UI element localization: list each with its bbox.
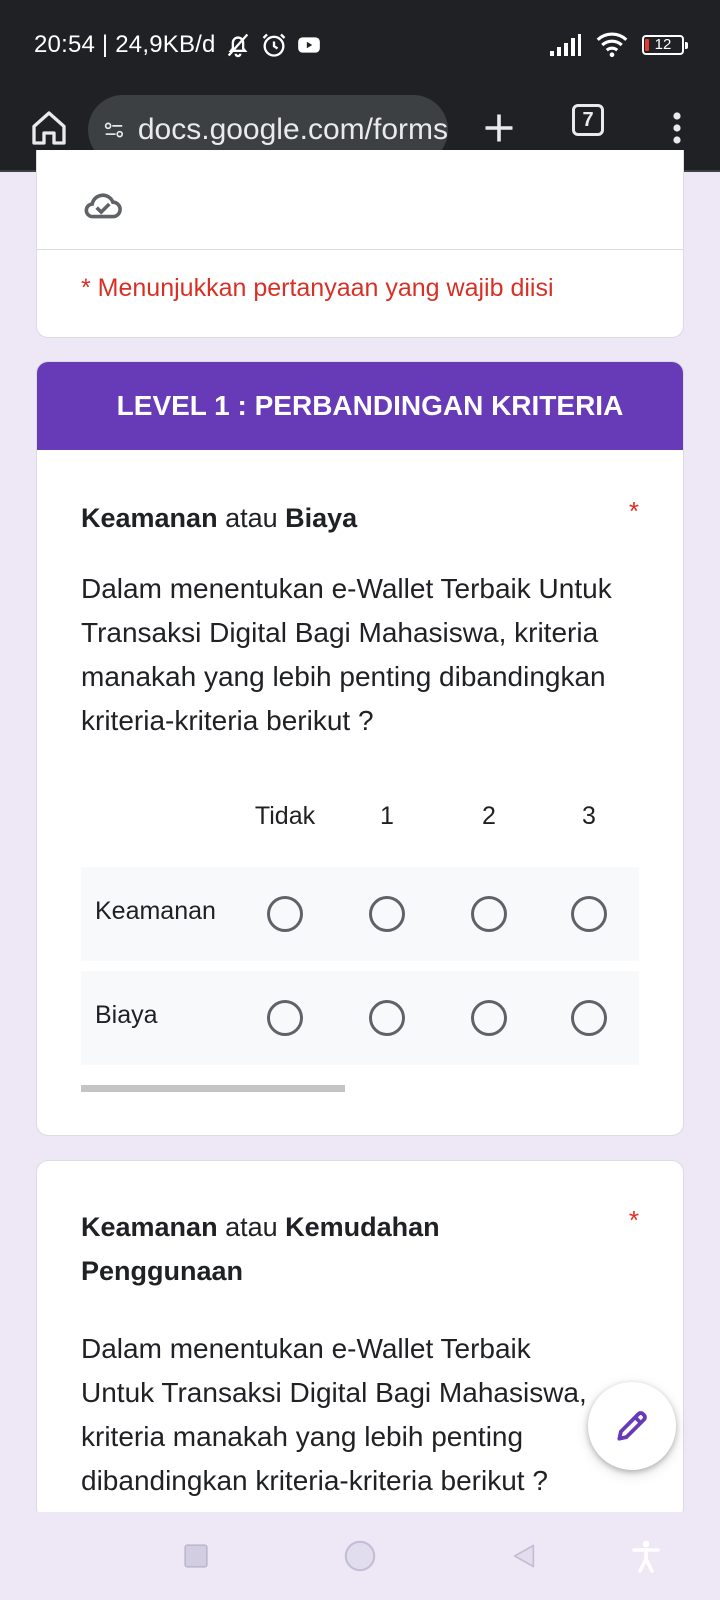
grid-column-label: Tidak — [254, 802, 316, 830]
question-title-sep: atau — [217, 1212, 286, 1242]
battery-icon: 12 — [642, 35, 688, 55]
cloud-saved-icon — [84, 193, 122, 219]
question-title-b: Biaya — [285, 503, 358, 533]
grid-row-keamanan: Keamanan — [81, 867, 639, 961]
plus-icon — [485, 114, 513, 142]
site-settings-icon[interactable] — [104, 116, 124, 144]
url-text: docs.google.com/forms — [137, 113, 448, 146]
more-menu-button[interactable] — [652, 103, 702, 153]
new-tab-button[interactable] — [474, 103, 524, 153]
required-asterisk: * — [628, 496, 639, 526]
radio-option[interactable] — [571, 1000, 607, 1036]
edit-pencil-icon — [617, 1411, 647, 1441]
wifi-icon — [596, 32, 628, 58]
question-title-sep: atau — [217, 503, 286, 533]
home-icon — [32, 111, 66, 145]
status-right: 12 — [548, 28, 688, 62]
grid-row-biaya: Biaya — [81, 971, 639, 1065]
radio-option[interactable] — [267, 1000, 303, 1036]
grid-column-headers: Tidak 1 2 3 — [81, 802, 639, 842]
home-nav-button[interactable] — [338, 1534, 382, 1578]
divider — [37, 249, 683, 250]
tab-switcher-button[interactable]: 7 — [572, 104, 604, 136]
form-header-card: * Menunjukkan pertanyaan yang wajib diis… — [36, 150, 684, 338]
home-button[interactable] — [24, 103, 74, 153]
signal-icon — [550, 34, 581, 56]
grid-column-label: 2 — [482, 802, 496, 830]
status-left: 20:54 | 24,9KB/d — [34, 28, 322, 62]
back-button[interactable] — [502, 1534, 546, 1578]
radio-option[interactable] — [471, 1000, 507, 1036]
accessibility-icon — [632, 1540, 660, 1573]
accessibility-button[interactable] — [624, 1534, 668, 1578]
section-title: LEVEL 1 : PERBANDINGAN KRITERIA — [37, 362, 683, 450]
grid-column-label: 1 — [380, 802, 394, 830]
recents-button[interactable] — [174, 1534, 218, 1578]
status-bar: 20:54 | 24,9KB/d 12 — [0, 0, 720, 86]
grid-row-label: Keamanan — [95, 897, 216, 925]
radio-option[interactable] — [369, 1000, 405, 1036]
radio-option[interactable] — [369, 896, 405, 932]
more-vert-icon — [673, 112, 681, 144]
question-title-a: Keamanan — [81, 503, 218, 533]
battery-level: 12 — [654, 36, 672, 53]
radio-option[interactable] — [471, 896, 507, 932]
grid-horizontal-scrollbar[interactable] — [81, 1085, 345, 1092]
question-title: Keamanan atau Kemudahan Penggunaan — [81, 1205, 521, 1293]
required-asterisk: * — [628, 1205, 639, 1235]
triangle-back-icon — [513, 1544, 535, 1568]
notifications-off-icon — [227, 33, 248, 58]
question-description: Dalam menentukan e-Wallet Terbaik Untuk … — [81, 1333, 587, 1496]
edit-fab-button[interactable] — [588, 1382, 676, 1470]
required-note: * Menunjukkan pertanyaan yang wajib diis… — [81, 274, 554, 302]
question-card: Keamanan atau Kemudahan Penggunaan * Dal… — [36, 1160, 684, 1520]
radio-option[interactable] — [267, 896, 303, 932]
square-icon — [184, 1544, 208, 1568]
system-nav-bar — [0, 1512, 720, 1600]
grid-column-label: 3 — [582, 802, 596, 830]
circle-icon — [344, 1540, 376, 1572]
question-description: Dalam menentukan e-Wallet Terbaik Untuk … — [81, 573, 612, 736]
question-title: Keamanan atau Biaya — [81, 496, 357, 540]
section-card: LEVEL 1 : PERBANDINGAN KRITERIA Keamanan… — [36, 361, 684, 1136]
grid-row-label: Biaya — [95, 1001, 158, 1029]
status-time: 20:54 | 24,9KB/d — [34, 31, 216, 58]
alarm-icon — [262, 33, 285, 57]
youtube-icon — [297, 37, 320, 53]
tab-count: 7 — [582, 109, 594, 131]
radio-option[interactable] — [571, 896, 607, 932]
question-title-a: Keamanan — [81, 1212, 218, 1242]
